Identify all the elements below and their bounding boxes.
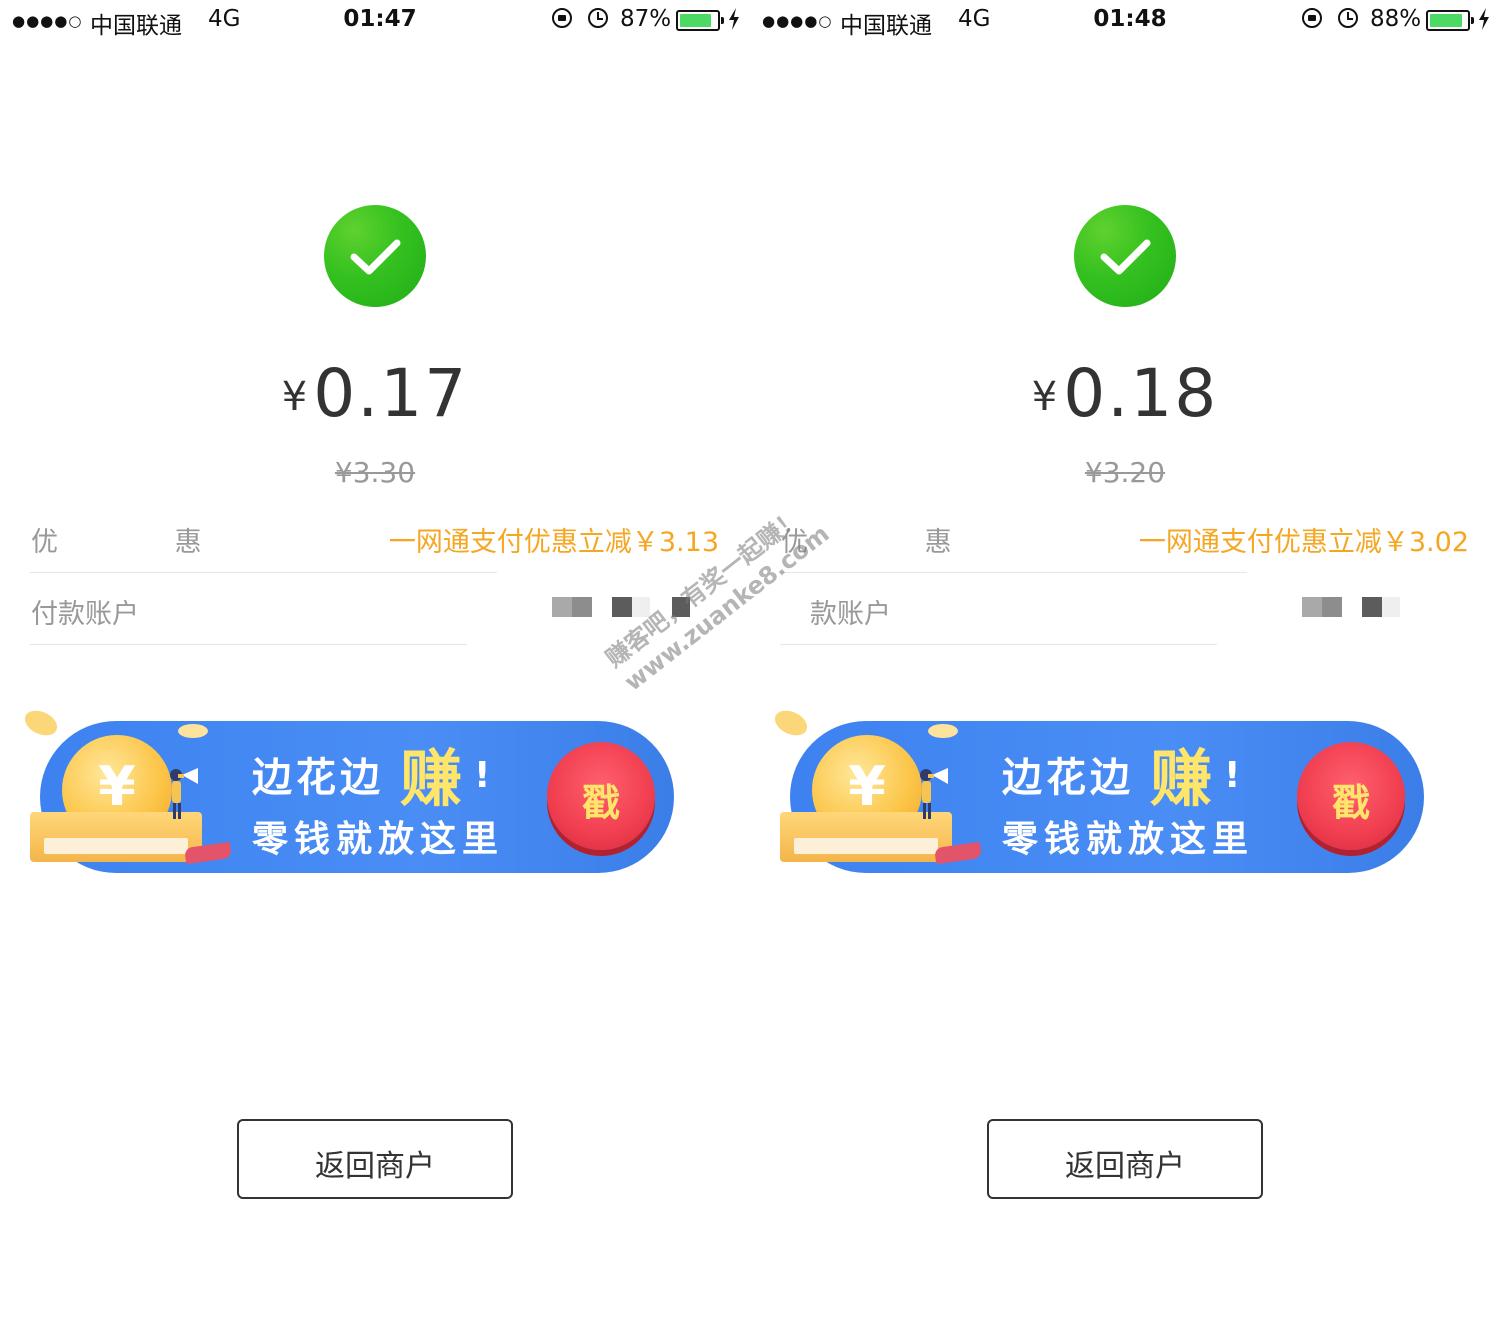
- row-divider: [780, 572, 1247, 573]
- return-button-label: 返回商户: [315, 1149, 435, 1184]
- alarm-icon: [1338, 8, 1358, 28]
- coin-decoration: [178, 724, 208, 738]
- currency-symbol: ¥: [281, 374, 308, 420]
- poke-button-label: 戳: [1331, 781, 1370, 825]
- carrier-name: 中国联通: [90, 13, 182, 39]
- network-type: 4G: [208, 6, 241, 32]
- payment-result-screen-1: ●●●●○ 中国联通 4G 01:47 87% ¥0.17 ¥3.30 优 惠 …: [0, 0, 750, 1334]
- banner-slogan-exclaim: !: [1224, 755, 1241, 796]
- payment-account-label: 付款账户: [31, 599, 139, 630]
- alarm-icon: [588, 8, 608, 28]
- megaphone-person-icon: [170, 768, 198, 819]
- paid-amount: ¥0.18: [750, 355, 1500, 432]
- status-bar: ●●●●○ 中国联通 4G 01:47 87%: [0, 0, 750, 42]
- banner-poke-button[interactable]: 戳: [1297, 742, 1405, 850]
- battery-level: [1430, 14, 1462, 27]
- coin-decoration: [20, 705, 62, 741]
- return-button-label: 返回商户: [1065, 1149, 1185, 1184]
- status-time: 01:48: [1093, 6, 1167, 32]
- discount-value: 一网通支付优惠立减￥3.13: [388, 527, 719, 558]
- currency-symbol: ¥: [1031, 374, 1058, 420]
- battery-level: [680, 14, 711, 27]
- row-divider: [30, 572, 497, 573]
- banner-slogan-line1: 边花边: [1002, 755, 1134, 801]
- discount-label: 优 惠: [31, 527, 256, 558]
- payment-account-label: 款账户: [810, 599, 891, 630]
- discount-value: 一网通支付优惠立减￥3.02: [1138, 527, 1469, 558]
- signal-strength-icon: ●●●●○: [12, 12, 83, 30]
- battery-percentage: 88%: [1370, 6, 1422, 32]
- paid-amount: ¥0.17: [0, 355, 750, 432]
- return-to-merchant-button[interactable]: 返回商户: [237, 1119, 513, 1199]
- status-time: 01:47: [343, 6, 417, 32]
- network-type: 4G: [958, 6, 991, 32]
- masked-account-number: [1302, 597, 1452, 617]
- battery-icon: [676, 10, 724, 31]
- status-bar: ●●●●○ 中国联通 4G 01:48 88%: [750, 0, 1500, 42]
- signal-strength-icon: ●●●●○: [762, 12, 833, 30]
- amount-value: 0.17: [313, 355, 469, 432]
- banner-slogan-line2: 零钱就放这里: [1002, 819, 1255, 860]
- banner-slogan-exclaim: !: [474, 755, 491, 796]
- rotation-lock-icon: [1302, 8, 1322, 28]
- payment-result-screen-2: ●●●●○ 中国联通 4G 01:48 88% ¥0.18 ¥3.20 优 惠 …: [750, 0, 1500, 1334]
- discount-label: 优 惠: [781, 527, 1006, 558]
- coin-symbol: ¥: [848, 755, 886, 818]
- return-to-merchant-button[interactable]: 返回商户: [987, 1119, 1263, 1199]
- success-check-icon: [324, 205, 426, 307]
- original-price: ¥3.20: [1084, 456, 1166, 489]
- masked-account-number: [552, 597, 702, 617]
- coin-symbol: ¥: [98, 755, 136, 818]
- banner-poke-button[interactable]: 戳: [547, 742, 655, 850]
- battery-icon: [1426, 10, 1474, 31]
- coin-decoration: [928, 724, 958, 738]
- rotation-lock-icon: [552, 8, 572, 28]
- megaphone-person-icon: [920, 768, 948, 819]
- charging-icon: [1479, 8, 1489, 30]
- battery-percentage: 87%: [620, 6, 672, 32]
- banner-slogan-emphasis: 赚: [1150, 742, 1213, 815]
- charging-icon: [729, 8, 739, 30]
- poke-button-label: 戳: [581, 781, 620, 825]
- banner-slogan-line2: 零钱就放这里: [252, 819, 505, 860]
- original-price: ¥3.30: [334, 456, 416, 489]
- row-divider: [30, 644, 467, 645]
- success-check-icon: [1074, 205, 1176, 307]
- amount-value: 0.18: [1063, 355, 1219, 432]
- banner-slogan-line1: 边花边: [252, 755, 384, 801]
- row-divider: [780, 644, 1217, 645]
- banner-slogan-emphasis: 赚: [400, 742, 463, 815]
- carrier-name: 中国联通: [840, 13, 932, 39]
- coin-decoration: [770, 705, 812, 741]
